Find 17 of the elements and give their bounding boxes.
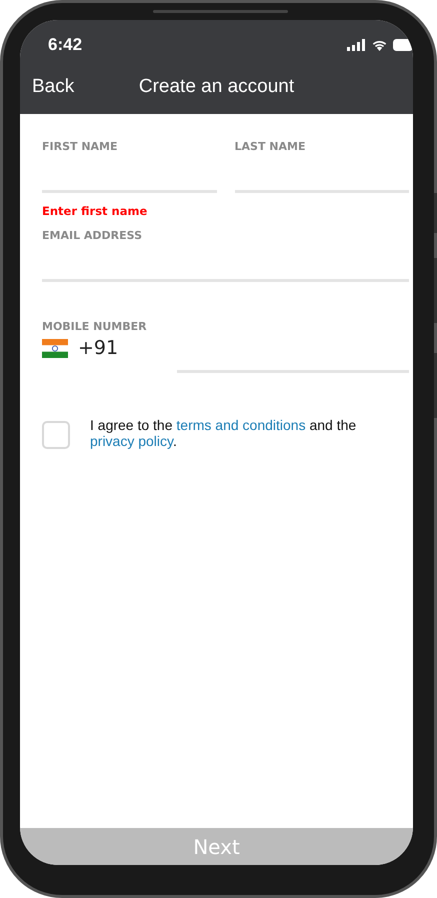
text-link[interactable]: terms and conditions: [176, 417, 306, 433]
back-button[interactable]: Back: [20, 76, 74, 98]
screen-title: Create an account: [138, 76, 296, 98]
battery-icon: [393, 39, 413, 51]
agreement-text: I agree to the terms and conditions and the privacy policy.: [90, 417, 358, 449]
error-message: Enter first name: [42, 204, 148, 218]
field-label: MOBILE NUMBER: [42, 320, 148, 333]
field-label: LAST NAME: [234, 140, 306, 153]
flag-icon: [42, 338, 68, 358]
checkbox[interactable]: [42, 421, 70, 449]
field-label: EMAIL ADDRESS: [42, 229, 144, 242]
country-code[interactable]: +91: [78, 337, 118, 359]
status-time: 6:42: [48, 35, 82, 55]
field-label: FIRST NAME: [42, 140, 119, 153]
signal-icon: [347, 39, 366, 51]
wifi-icon: [371, 39, 388, 51]
text-link[interactable]: privacy policy: [90, 433, 173, 449]
